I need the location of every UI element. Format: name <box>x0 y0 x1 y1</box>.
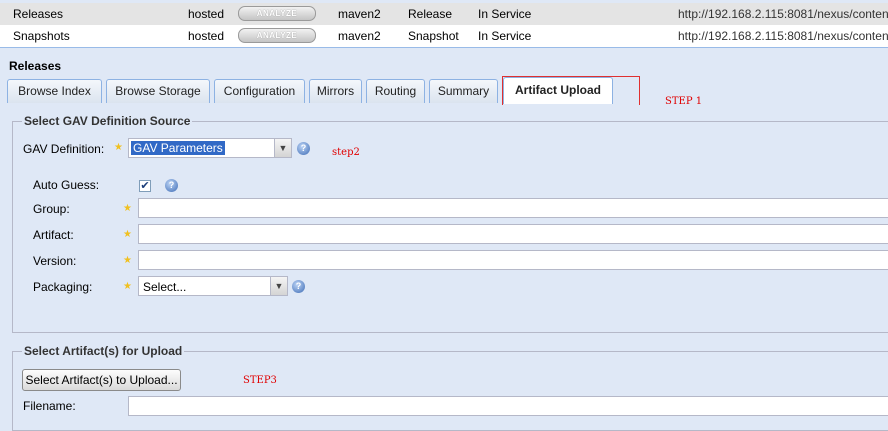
gav-definition-select[interactable]: GAV Parameters ▼ <box>128 138 292 158</box>
packaging-label: Packaging: <box>33 280 93 294</box>
check-icon: ✔ <box>140 180 150 192</box>
step3-annotation: STEP3 <box>243 375 277 386</box>
panel-title: Releases <box>9 59 62 73</box>
star-icon: ★ <box>123 255 132 266</box>
analyze-button[interactable]: ANALYZE <box>238 6 316 21</box>
repo-format: maven2 <box>338 29 381 43</box>
star-icon: ★ <box>123 229 132 240</box>
repo-name: Releases <box>13 7 64 21</box>
repo-url[interactable]: http://192.168.2.115:8081/nexus/conten <box>678 7 888 21</box>
group-input[interactable] <box>138 198 888 218</box>
tab-browse-index[interactable]: Browse Index <box>7 79 102 103</box>
tab-configuration[interactable]: Configuration <box>214 79 305 103</box>
repo-policy: Release <box>408 7 453 21</box>
star-icon: ★ <box>114 142 123 153</box>
help-icon[interactable]: ? <box>297 142 310 155</box>
tab-mirrors[interactable]: Mirrors <box>309 79 362 103</box>
artifact-input[interactable] <box>138 224 888 244</box>
repo-format: maven2 <box>338 7 381 21</box>
upload-legend: Select Artifact(s) for Upload <box>22 344 185 358</box>
filename-input[interactable] <box>128 396 888 416</box>
star-icon: ★ <box>123 281 132 292</box>
help-icon[interactable]: ? <box>292 280 305 293</box>
repo-status: In Service <box>478 29 532 43</box>
version-input[interactable] <box>138 250 888 270</box>
select-artifacts-button[interactable]: Select Artifact(s) to Upload... <box>22 369 181 391</box>
help-icon[interactable]: ? <box>165 179 178 192</box>
star-icon: ★ <box>123 203 132 214</box>
repo-type: hosted <box>188 29 225 43</box>
gav-definition-value: GAV Parameters <box>131 141 225 155</box>
repo-url[interactable]: http://192.168.2.115:8081/nexus/conten <box>678 29 888 43</box>
version-label: Version: <box>33 254 77 268</box>
table-row[interactable]: Snapshots hosted ANALYZE maven2 Snapshot… <box>0 25 888 48</box>
step2-annotation: step2 <box>332 147 360 158</box>
upload-fieldset <box>12 351 888 431</box>
repo-status: In Service <box>478 7 532 21</box>
artifact-label: Artifact: <box>33 228 74 242</box>
table-row[interactable]: Releases hosted ANALYZE maven2 Release I… <box>0 3 888 26</box>
packaging-value: Select... <box>143 280 187 294</box>
tab-browse-storage[interactable]: Browse Storage <box>106 79 210 103</box>
auto-guess-label: Auto Guess: <box>33 178 100 192</box>
panel-header: Releases <box>0 47 888 78</box>
repo-type: hosted <box>188 7 225 21</box>
filename-label: Filename: <box>23 399 76 413</box>
repo-name: Snapshots <box>13 29 70 43</box>
chevron-down-icon[interactable]: ▼ <box>274 139 291 157</box>
repo-policy: Snapshot <box>408 29 459 43</box>
tab-summary[interactable]: Summary <box>429 79 498 103</box>
gav-source-legend: Select GAV Definition Source <box>22 114 193 128</box>
analyze-button[interactable]: ANALYZE <box>238 28 316 43</box>
chevron-down-icon[interactable]: ▼ <box>270 277 287 295</box>
group-label: Group: <box>33 202 70 216</box>
auto-guess-checkbox[interactable]: ✔ <box>139 180 151 192</box>
packaging-select[interactable]: Select... ▼ <box>138 276 288 296</box>
gav-definition-label: GAV Definition: <box>23 142 105 156</box>
tab-routing[interactable]: Routing <box>366 79 425 103</box>
tab-strip: Browse Index Browse Storage Configuratio… <box>0 77 888 106</box>
